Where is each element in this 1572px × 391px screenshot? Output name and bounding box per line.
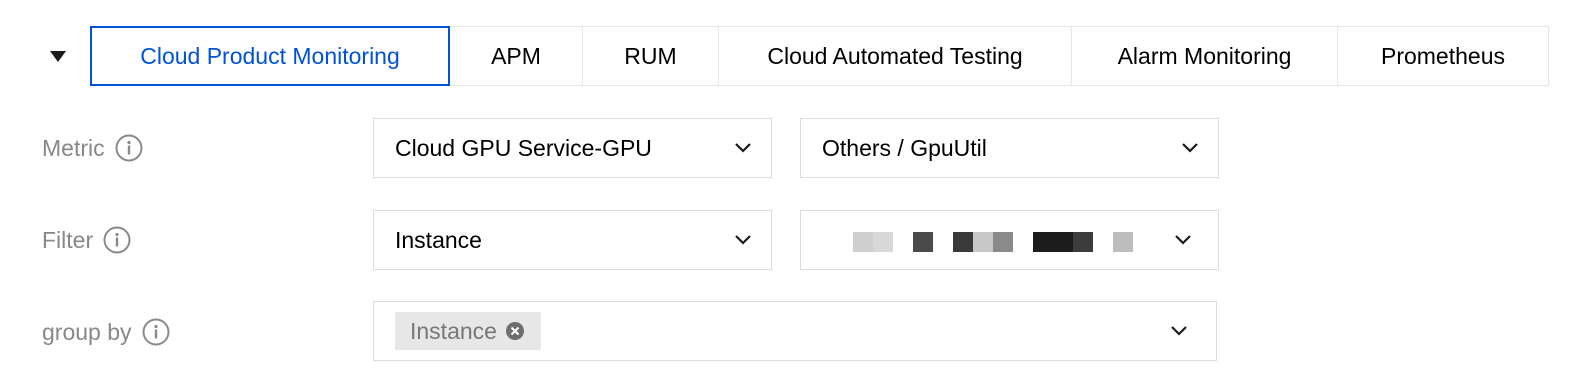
chevron-down-icon [1169, 321, 1189, 341]
tab-cloud-automated-testing[interactable]: Cloud Automated Testing [719, 26, 1072, 86]
tab-label: Alarm Monitoring [1117, 42, 1292, 69]
product-select-value: Cloud GPU Service-GPU [395, 134, 652, 161]
filter-label: Filter [42, 226, 94, 253]
tab-label: Cloud Product Monitoring [140, 42, 400, 69]
info-circle-icon[interactable] [115, 134, 143, 162]
filter-dimension-value: Instance [395, 226, 482, 253]
group-by-tags: Instance [395, 312, 1169, 350]
tab-cloud-product-monitoring[interactable]: Cloud Product Monitoring [90, 26, 450, 86]
chevron-down-icon [733, 138, 753, 158]
tab-label: APM [491, 42, 541, 69]
filter-dimension-select[interactable]: Instance [373, 210, 772, 270]
metric-row-label: Metric [42, 118, 143, 178]
tab-alarm-monitoring[interactable]: Alarm Monitoring [1072, 26, 1338, 86]
close-circle-icon[interactable] [505, 321, 525, 341]
chevron-down-icon [733, 230, 753, 250]
metric-select-value: Others / GpuUtil [822, 134, 987, 161]
metric-label: Metric [42, 134, 105, 161]
monitoring-query-panel: Cloud Product Monitoring APM RUM Cloud A… [0, 0, 1572, 391]
tab-label: Prometheus [1380, 42, 1505, 69]
filter-row-label: Filter [42, 210, 131, 270]
group-by-select[interactable]: Instance [373, 301, 1217, 361]
chevron-down-icon [1180, 138, 1200, 158]
group-by-row-label: group by [42, 302, 170, 362]
tab-label: Cloud Automated Testing [767, 42, 1023, 69]
product-select[interactable]: Cloud GPU Service-GPU [373, 118, 772, 178]
info-circle-icon[interactable] [103, 226, 131, 254]
filter-value-select[interactable] [800, 210, 1219, 270]
chevron-down-icon [1173, 230, 1193, 250]
redacted-instance-value [813, 217, 1149, 267]
tab-prometheus[interactable]: Prometheus [1338, 26, 1549, 86]
caret-down-icon[interactable] [48, 47, 68, 67]
tab-apm[interactable]: APM [450, 26, 583, 86]
source-tabs: Cloud Product Monitoring APM RUM Cloud A… [90, 26, 1549, 86]
group-by-tag: Instance [395, 312, 541, 350]
tab-label: RUM [624, 42, 677, 69]
tab-rum[interactable]: RUM [583, 26, 719, 86]
info-circle-icon[interactable] [142, 318, 170, 346]
metric-select[interactable]: Others / GpuUtil [800, 118, 1219, 178]
tag-label: Instance [410, 317, 497, 344]
group-by-label: group by [42, 318, 132, 345]
